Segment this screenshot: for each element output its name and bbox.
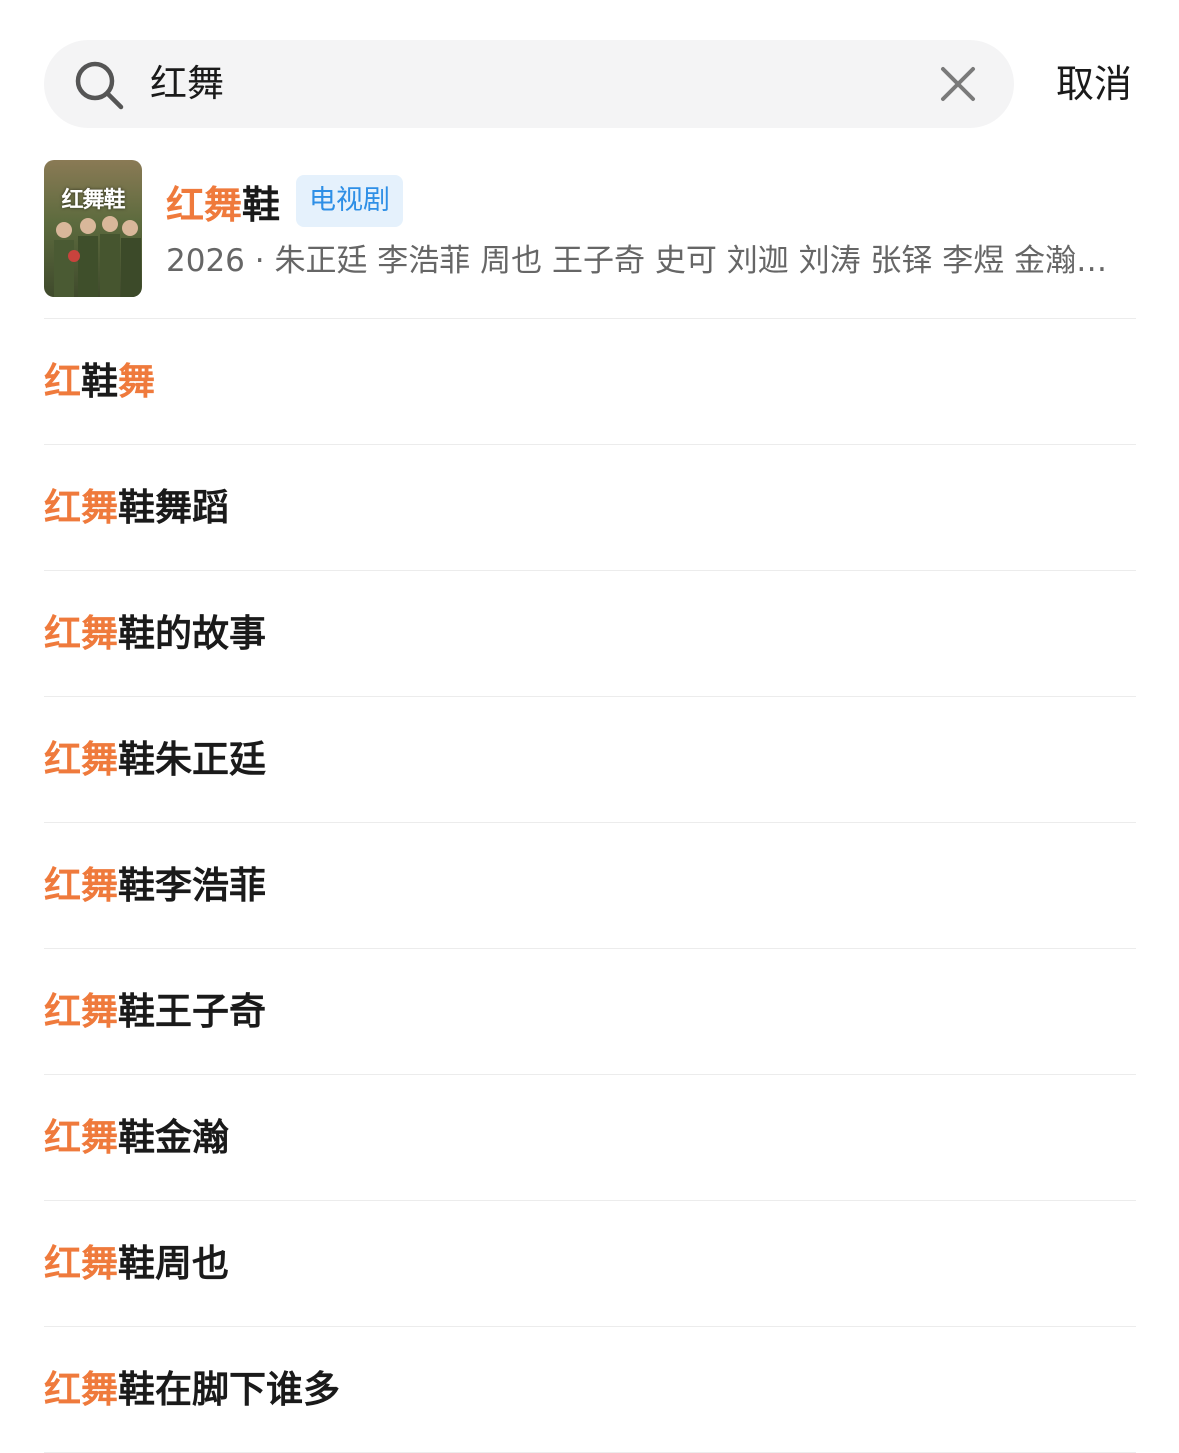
suggestion-text: 鞋朱正廷 xyxy=(118,738,266,781)
close-icon[interactable] xyxy=(938,64,978,104)
result-title-row: 红舞鞋 电视剧 xyxy=(166,174,404,229)
result-card[interactable]: 红舞鞋 红舞鞋 电视剧 2026 · 朱正廷 李浩菲 周也 王子奇 史可 刘迦 … xyxy=(44,160,1179,298)
divider xyxy=(44,696,1136,697)
divider xyxy=(44,444,1136,445)
suggestion-text: 红舞 xyxy=(44,486,118,529)
suggestion-text: 红舞 xyxy=(44,612,118,655)
suggestion-item[interactable]: 红舞鞋金瀚 xyxy=(44,1076,1136,1200)
suggestion-text: 鞋李浩菲 xyxy=(118,864,266,907)
suggestion-text: 红舞 xyxy=(44,1116,118,1159)
suggestion-item[interactable]: 红舞鞋朱正廷 xyxy=(44,698,1136,822)
divider xyxy=(44,570,1136,571)
divider xyxy=(44,1074,1136,1075)
suggestion-item[interactable]: 红鞋舞 xyxy=(44,320,1136,444)
suggestion-text: 鞋金瀚 xyxy=(118,1116,229,1159)
divider xyxy=(44,948,1136,949)
suggestion-text: 鞋的故事 xyxy=(118,612,266,655)
poster-figures xyxy=(54,216,141,297)
suggestion-text: 鞋在脚下谁多 xyxy=(118,1368,340,1411)
suggestion-text: 鞋舞蹈 xyxy=(118,486,229,529)
suggestion-text: 红舞 xyxy=(44,1368,118,1411)
suggestion-item[interactable]: 红舞鞋在脚下谁多 xyxy=(44,1328,1136,1452)
suggestion-text: 鞋王子奇 xyxy=(118,990,266,1033)
result-title[interactable]: 红舞鞋 xyxy=(166,174,280,229)
suggestion-text: 红舞 xyxy=(44,738,118,781)
suggestion-item[interactable]: 红舞鞋王子奇 xyxy=(44,950,1136,1074)
type-badge: 电视剧 xyxy=(296,175,404,227)
title-part: 鞋 xyxy=(242,182,281,227)
suggestion-text: 红 xyxy=(44,360,81,403)
suggestion-item[interactable]: 红舞鞋舞蹈 xyxy=(44,446,1136,570)
suggestion-text: 红舞 xyxy=(44,1242,118,1285)
suggestion-text: 舞 xyxy=(118,360,155,403)
search-input[interactable]: 红舞 xyxy=(150,40,224,128)
suggestion-item[interactable]: 红舞鞋周也 xyxy=(44,1202,1136,1326)
title-part: 红舞 xyxy=(166,182,243,227)
suggestion-item[interactable]: 红舞鞋李浩菲 xyxy=(44,824,1136,948)
suggestion-text: 鞋 xyxy=(81,360,118,403)
divider xyxy=(44,1326,1136,1327)
search-box[interactable]: 红舞 xyxy=(44,40,1014,128)
suggestion-text: 鞋周也 xyxy=(118,1242,229,1285)
suggestion-text: 红舞 xyxy=(44,864,118,907)
suggestion-text: 红舞 xyxy=(44,990,118,1033)
suggestion-item[interactable]: 红舞鞋的故事 xyxy=(44,572,1136,696)
divider xyxy=(44,1200,1136,1201)
search-icon xyxy=(75,61,124,110)
divider xyxy=(44,822,1136,823)
search-bar-row: 红舞 取消 xyxy=(44,40,1179,128)
cancel-button[interactable]: 取消 xyxy=(1056,40,1132,128)
result-meta: 2026 · 朱正廷 李浩菲 周也 王子奇 史可 刘迦 刘涛 张铎 李煜 金瀚… xyxy=(166,243,1108,279)
poster-image: 红舞鞋 xyxy=(44,160,142,297)
divider xyxy=(44,318,1136,319)
